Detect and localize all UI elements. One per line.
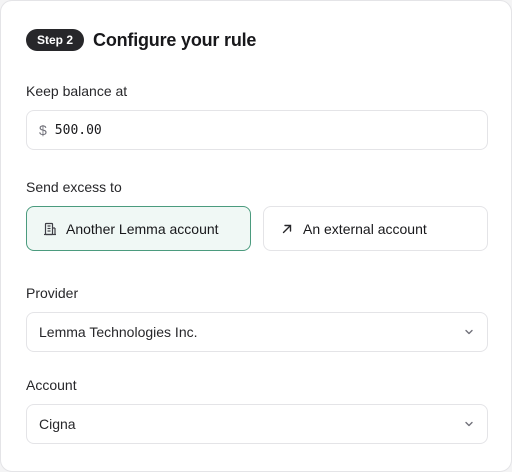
- page-title: Configure your rule: [93, 29, 257, 50]
- balance-input[interactable]: $ 500.00: [26, 110, 488, 150]
- step-badge: Step 2: [26, 29, 85, 51]
- send-excess-label: Send excess to: [26, 179, 122, 195]
- option-external-account[interactable]: An external account: [263, 206, 488, 251]
- account-label: Account: [26, 377, 77, 393]
- provider-label: Provider: [26, 285, 79, 301]
- currency-symbol: $: [39, 122, 47, 138]
- option-label: An external account: [303, 220, 427, 237]
- option-another-lemma-account[interactable]: Another Lemma account: [26, 206, 251, 251]
- provider-value: Lemma Technologies Inc.: [39, 324, 198, 340]
- arrow-up-right-icon: [280, 222, 294, 236]
- account-select[interactable]: Cigna: [26, 404, 488, 444]
- card-header: Step 2 Configure your rule: [26, 29, 256, 51]
- keep-balance-label: Keep balance at: [26, 83, 128, 99]
- account-value: Cigna: [39, 416, 76, 432]
- chevron-down-icon: [463, 418, 475, 430]
- chevron-down-icon: [463, 326, 475, 338]
- option-label: Another Lemma account: [66, 220, 219, 237]
- building-icon: [43, 222, 57, 236]
- balance-amount: 500.00: [54, 122, 102, 138]
- provider-select[interactable]: Lemma Technologies Inc.: [26, 312, 488, 352]
- rule-config-card: Step 2 Configure your rule Keep balance …: [0, 0, 512, 472]
